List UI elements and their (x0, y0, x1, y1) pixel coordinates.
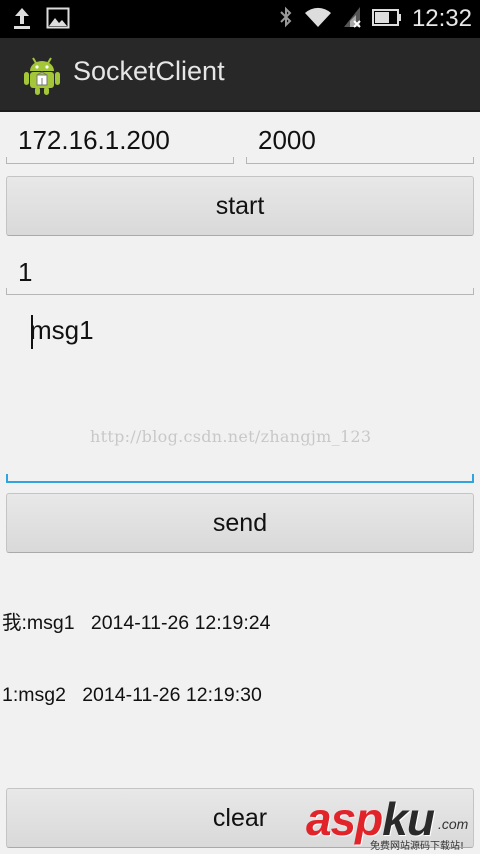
port-field[interactable]: 2000 (246, 118, 474, 164)
image-icon (46, 6, 70, 34)
site-logo-domain: .com (438, 816, 469, 832)
bluetooth-icon (278, 5, 294, 33)
start-button-label: start (215, 191, 265, 220)
log-line: 我:msg1 2014-11-26 12:19:24 (2, 612, 271, 634)
message-field[interactable]: msg1 (6, 303, 474, 483)
text-cursor (31, 315, 33, 349)
ip-address-value: 172.16.1.200 (18, 125, 170, 155)
status-time: 12:32 (411, 5, 472, 32)
send-button[interactable]: send (6, 493, 474, 553)
port-value: 2000 (258, 125, 316, 155)
status-bar: 12:32 (0, 0, 480, 38)
battery-icon (371, 7, 402, 31)
log-line: 1:msg2 2014-11-26 12:19:30 (2, 684, 262, 706)
action-bar: SocketClient (0, 38, 480, 112)
app-title: SocketClient (73, 56, 225, 86)
ip-address-field[interactable]: 172.16.1.200 (6, 118, 234, 164)
wifi-icon (304, 6, 332, 32)
clear-button-label: clear (212, 803, 268, 832)
site-logo-tagline: 免费网站源码下载站! (370, 841, 465, 852)
watermark: http://blog.csdn.net/zhangjm_123 (90, 427, 372, 446)
message-log: 我:msg1 2014-11-26 12:19:24 1:msg2 2014-1… (2, 563, 270, 731)
send-button-label: send (212, 508, 268, 537)
android-icon (22, 54, 62, 100)
start-button[interactable]: start (6, 176, 474, 236)
target-id-value: 1 (18, 257, 33, 287)
signal-icon (342, 5, 362, 33)
upload-icon (12, 6, 32, 34)
target-id-field[interactable]: 1 (6, 249, 474, 295)
